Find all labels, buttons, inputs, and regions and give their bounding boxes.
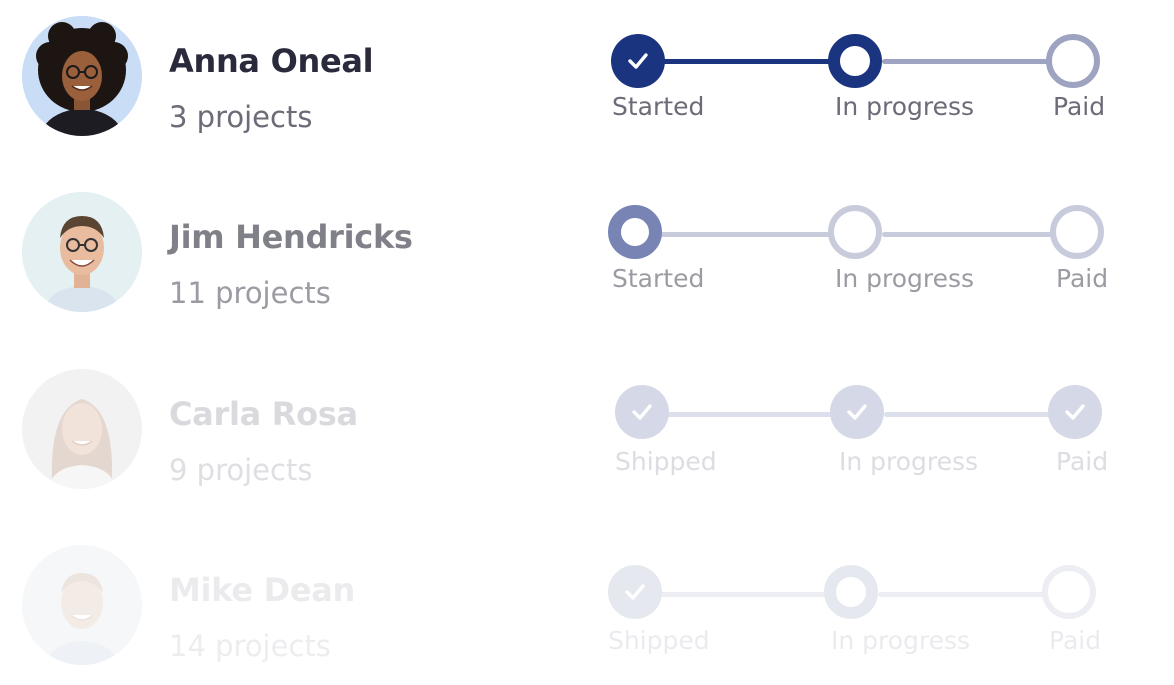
stepper-segment: [882, 232, 1078, 237]
step-label-in-progress: In progress: [835, 264, 975, 293]
step-complete-dot: [615, 385, 669, 439]
avatar-man-smiling-icon: [22, 545, 142, 665]
user-name: Carla Rosa: [169, 395, 358, 433]
step-current-dot: [828, 34, 882, 88]
step-complete-dot: [1048, 385, 1102, 439]
user-name: Jim Hendricks: [169, 218, 413, 256]
step-label-started: Started: [612, 92, 705, 121]
step-label-paid: Paid: [1056, 447, 1109, 476]
step-pending-dot: [1042, 565, 1096, 619]
avatar-man-glasses-icon: [22, 192, 142, 312]
step-label-started: Started: [612, 264, 705, 293]
check-icon: [625, 584, 645, 600]
user-row-jim-hendricks[interactable]: Jim Hendricks 11 projects Started In pro…: [0, 192, 1174, 332]
step-label-in-progress: In progress: [835, 92, 975, 121]
progress-stepper: Started In progress Paid: [600, 192, 1140, 322]
check-icon: [1065, 404, 1085, 420]
step-pending-dot: [1050, 205, 1104, 259]
step-label-in-progress: In progress: [831, 626, 971, 655]
check-icon: [628, 53, 648, 69]
user-row-mike-dean[interactable]: Mike Dean 14 projects Shipped In progres…: [0, 545, 1174, 685]
step-label-paid: Paid: [1049, 626, 1102, 655]
step-complete-dot: [608, 565, 662, 619]
step-label-shipped: Shipped: [615, 447, 717, 476]
check-icon: [847, 404, 867, 420]
step-label-shipped: Shipped: [608, 626, 710, 655]
user-row-anna-oneal[interactable]: Anna Oneal 3 projects Started In progres…: [0, 16, 1174, 156]
progress-stepper: Shipped In progress Paid: [600, 545, 1140, 675]
check-icon: [632, 404, 652, 420]
step-pending-dot: [1046, 34, 1100, 88]
step-current-dot: [824, 565, 878, 619]
project-count: 11 projects: [169, 276, 331, 310]
user-row-carla-rosa[interactable]: Carla Rosa 9 projects Shipped In progres…: [0, 369, 1174, 509]
project-count: 9 projects: [169, 453, 313, 487]
user-name: Anna Oneal: [169, 42, 374, 80]
project-count: 3 projects: [169, 100, 313, 134]
step-label-paid: Paid: [1056, 264, 1109, 293]
step-label-in-progress: In progress: [839, 447, 979, 476]
step-complete-dot: [830, 385, 884, 439]
progress-stepper: Shipped In progress Paid: [600, 369, 1140, 499]
step-label-paid: Paid: [1053, 92, 1106, 121]
project-count: 14 projects: [169, 629, 331, 663]
avatar-woman-curly-hair-icon: [22, 16, 142, 136]
avatar-woman-long-hair-icon: [22, 369, 142, 489]
step-complete-dot: [611, 34, 665, 88]
step-pending-dot: [828, 205, 882, 259]
user-name: Mike Dean: [169, 571, 356, 609]
progress-stepper: Started In progress Paid: [600, 16, 1140, 146]
step-current-dot: [608, 205, 662, 259]
